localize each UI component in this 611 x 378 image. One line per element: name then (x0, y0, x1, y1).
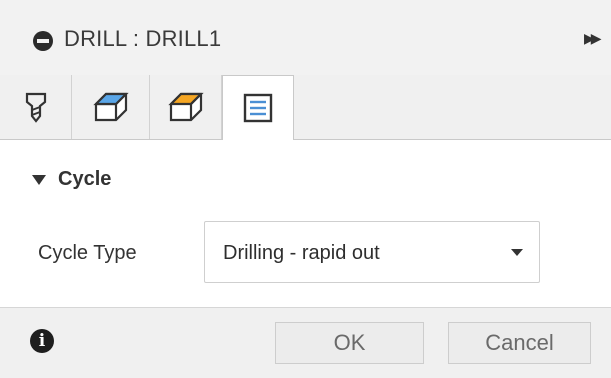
cycle-section-header[interactable]: Cycle (32, 168, 111, 191)
geometry-box-icon (92, 92, 129, 122)
tab-heights[interactable] (150, 75, 222, 139)
section-title: Cycle (58, 168, 112, 190)
cycle-type-label: Cycle Type (38, 242, 137, 264)
dialog-title: DRILL : DRILL1 (64, 26, 222, 51)
tab-geometry[interactable] (72, 75, 150, 139)
tab-passes[interactable] (222, 75, 294, 140)
collapse-triangle-icon[interactable] (32, 174, 46, 185)
drill-dialog: DRILL : DRILL1 ▶▶ Cycle Cycle Type Drill… (0, 0, 611, 378)
minus-circle-icon[interactable] (33, 31, 53, 51)
tab-tool[interactable] (0, 75, 72, 139)
dialog-content: Cycle Cycle Type Drilling - rapid out (0, 140, 611, 307)
title-bar[interactable]: DRILL : DRILL1 ▶▶ (0, 0, 611, 76)
passes-list-icon (243, 93, 273, 123)
chevron-down-icon (511, 249, 523, 256)
cancel-button[interactable]: Cancel (448, 322, 591, 364)
cycle-type-select[interactable]: Drilling - rapid out (204, 221, 540, 283)
cycle-type-value: Drilling - rapid out (223, 242, 380, 264)
info-icon[interactable]: i (30, 329, 54, 353)
heights-box-icon (167, 92, 204, 122)
expand-arrows-icon[interactable]: ▶▶ (584, 30, 601, 47)
ok-button[interactable]: OK (275, 322, 424, 364)
drill-tool-icon (25, 92, 46, 123)
tab-strip (0, 75, 611, 140)
dialog-footer: i OK Cancel (0, 307, 611, 378)
